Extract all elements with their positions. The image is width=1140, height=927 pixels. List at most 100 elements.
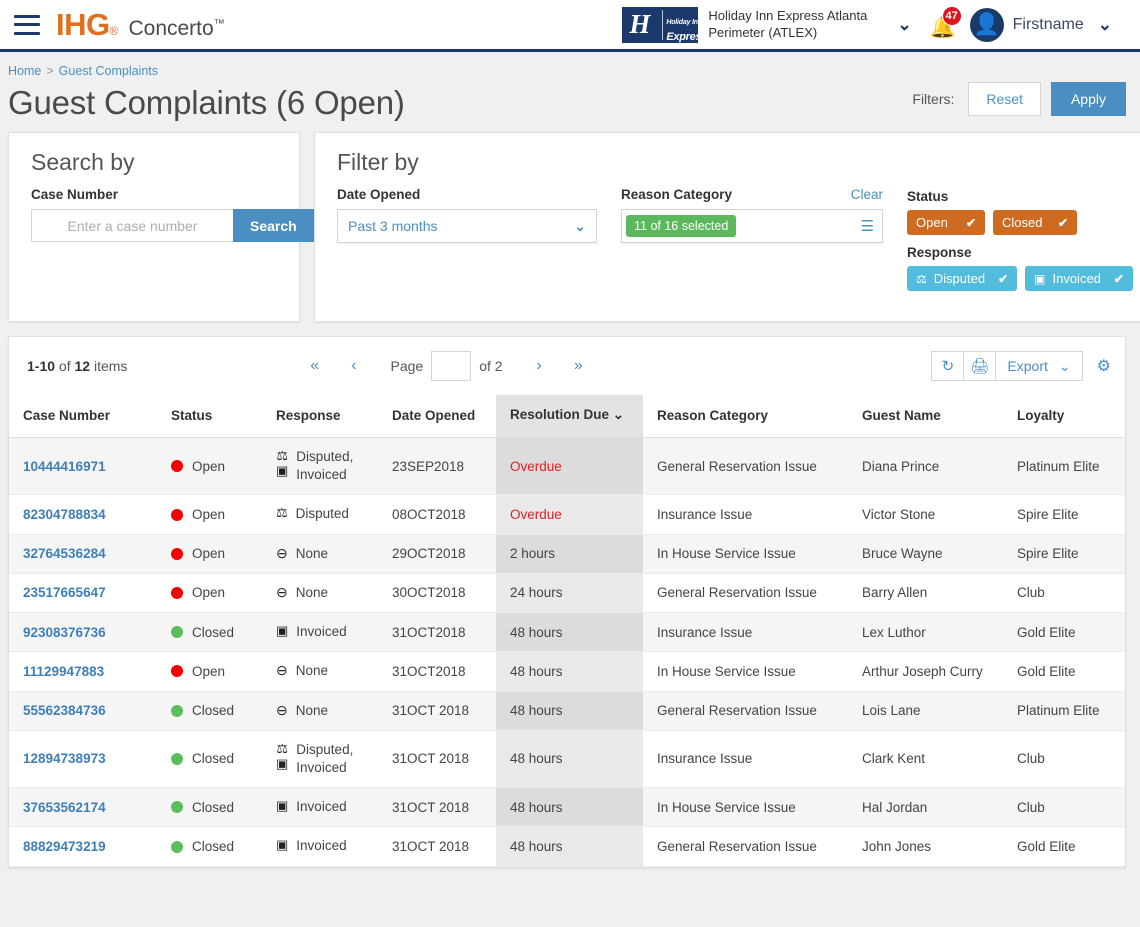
response-icons: ⊖ (276, 662, 288, 677)
clear-reason-link[interactable]: Clear (851, 187, 883, 202)
cell-status: Closed (157, 826, 262, 867)
prev-page-icon[interactable]: ‹ (335, 358, 372, 374)
response-label: Invoiced (296, 798, 346, 816)
cell-status: Closed (157, 730, 262, 789)
cell-resolution-due: 2 hours (496, 534, 643, 574)
table-toolbar: 1-10 of 12 items « ‹ Page of 2 › » ↻ 🖨 E… (9, 337, 1125, 395)
table-row[interactable]: 88829473219 Closed ▣ Invoiced 31OCT 2018… (9, 826, 1125, 867)
cell-response: ⚖ ▣ Disputed, Invoiced (262, 730, 378, 789)
print-icon[interactable]: 🖨 (963, 351, 997, 381)
cell-loyalty: Platinum Elite (1003, 691, 1125, 731)
col-response[interactable]: Response (262, 395, 378, 438)
cell-date-opened: 31OCT2018 (378, 651, 496, 692)
table-actions: ↻ 🖨 Export ⌄ ⚙ (931, 351, 1111, 381)
case-number-link[interactable]: 23517665647 (23, 585, 106, 600)
status-text: Open (192, 546, 226, 562)
status-chip-open[interactable]: Open ✔ (907, 210, 985, 235)
table-row[interactable]: 11129947883 Open ⊖ None 31OCT2018 48 hou… (9, 651, 1125, 692)
cell-guest-name: Clark Kent (848, 730, 1003, 789)
cell-resolution-due: 48 hours (496, 826, 643, 867)
col-guest-name[interactable]: Guest Name (848, 395, 1003, 438)
case-number-link[interactable]: 11129947883 (23, 664, 104, 679)
col-reason-category[interactable]: Reason Category (643, 395, 848, 438)
gear-icon[interactable]: ⚙ (1097, 356, 1111, 376)
cell-case-number: 92308376736 (9, 612, 157, 653)
case-number-link[interactable]: 12894738973 (23, 751, 106, 766)
status-text: Open (192, 458, 226, 474)
breadcrumb-current-link[interactable]: Guest Complaints (59, 64, 158, 78)
response-text: Disputed, (296, 741, 354, 757)
response-text: None (295, 702, 329, 718)
cell-case-number: 88829473219 (9, 826, 157, 867)
apply-filters-button[interactable]: Apply (1050, 82, 1126, 116)
case-number-label: Case Number (31, 187, 119, 202)
none-icon: ⊖ (276, 583, 288, 600)
search-button[interactable]: Search (233, 209, 314, 242)
reason-category-multiselect[interactable]: 11 of 16 selected ☰ (621, 209, 883, 243)
refresh-icon[interactable]: ↻ (931, 351, 965, 381)
col-case-number[interactable]: Case Number (9, 395, 157, 438)
col-date-opened[interactable]: Date Opened (378, 395, 496, 438)
cell-date-opened: 08OCT2018 (378, 494, 496, 535)
response-icons: ⚖ ▣ (276, 741, 288, 770)
export-button[interactable]: Export ⌄ (995, 351, 1083, 381)
response-icons: ▣ (276, 837, 288, 851)
status-chip-closed[interactable]: Closed ✔ (993, 210, 1077, 235)
breadcrumb-home-link[interactable]: Home (8, 64, 41, 78)
cell-date-opened: 30OCT2018 (378, 573, 496, 614)
table-row[interactable]: 37653562174 Closed ▣ Invoiced 31OCT 2018… (9, 787, 1125, 828)
case-number-link[interactable]: 92308376736 (23, 625, 106, 640)
col-status[interactable]: Status (157, 395, 262, 438)
next-page-icon[interactable]: › (521, 358, 558, 374)
cell-loyalty: Gold Elite (1003, 826, 1125, 867)
page-number-input[interactable] (431, 351, 472, 381)
user-avatar-icon[interactable]: 👤 (969, 7, 1004, 42)
search-row: Search (31, 209, 314, 242)
case-number-link[interactable]: 10444416971 (23, 459, 106, 474)
chevron-down-icon: ⌄ (1058, 357, 1071, 374)
status-chip-row: Open ✔ Closed ✔ (907, 210, 1140, 235)
list-icon: ☰ (860, 218, 874, 235)
case-number-input[interactable] (31, 209, 233, 242)
notification-count-badge: 47 (941, 5, 962, 26)
hotel-chevron-down-icon[interactable]: ⌄ (897, 16, 911, 33)
table-body: 10444416971 Open ⚖ ▣ Disputed, Invoiced 23… (9, 437, 1125, 867)
table-row[interactable]: 10444416971 Open ⚖ ▣ Disputed, Invoiced 23… (9, 437, 1125, 496)
response-chip-disputed[interactable]: ⚖ Disputed ✔ (907, 266, 1018, 291)
table-row[interactable]: 55562384736 Closed ⊖ None 31OCT 2018 48 … (9, 691, 1125, 731)
filter-panels: Search by Case Number Search Filter by D… (0, 122, 1140, 322)
table-row[interactable]: 32764536284 Open ⊖ None 29OCT2018 2 hour… (9, 534, 1125, 574)
case-number-link[interactable]: 55562384736 (23, 703, 106, 718)
case-number-link[interactable]: 82304788834 (23, 507, 106, 522)
response-label: Invoiced (296, 837, 346, 855)
cell-status: Open (157, 651, 262, 692)
table-row[interactable]: 23517665647 Open ⊖ None 30OCT2018 24 hou… (9, 573, 1125, 614)
reset-filters-button[interactable]: Reset (968, 82, 1041, 116)
col-loyalty[interactable]: Loyalty (1003, 395, 1125, 438)
hotel-selector[interactable]: H Holiday Inn Express Holiday Inn Expres… (622, 6, 883, 43)
case-number-link[interactable]: 88829473219 (23, 839, 106, 854)
table-row[interactable]: 12894738973 Closed ⚖ ▣ Disputed, Invoiced … (9, 730, 1125, 789)
date-opened-select[interactable]: Past 3 months ⌄ (337, 209, 597, 243)
first-page-icon[interactable]: « (294, 358, 335, 374)
table-row[interactable]: 82304788834 Open ⚖ Disputed 08OCT2018 Ov… (9, 494, 1125, 535)
cell-response: ▣ Invoiced (262, 826, 378, 867)
cell-loyalty: Spire Elite (1003, 494, 1125, 535)
table-row[interactable]: 92308376736 Closed ▣ Invoiced 31OCT2018 … (9, 612, 1125, 653)
brand-logo[interactable]: IHG ® Concerto™ (56, 9, 225, 41)
case-number-link[interactable]: 37653562174 (23, 800, 106, 815)
cell-date-opened: 31OCT2018 (378, 612, 496, 653)
notifications-button[interactable]: 🔔 47 (926, 5, 962, 42)
case-number-link[interactable]: 32764536284 (23, 546, 106, 561)
response-chip-invoiced-label: Invoiced (1052, 271, 1101, 286)
user-chevron-down-icon[interactable]: ⌄ (1098, 16, 1112, 33)
last-page-icon[interactable]: » (558, 358, 599, 374)
cell-reason-category: General Reservation Issue (643, 437, 848, 496)
cell-date-opened: 31OCT 2018 (378, 787, 496, 828)
banknote-icon: ▣ (1034, 271, 1046, 286)
cell-response: ⊖ None (262, 573, 378, 614)
col-resolution-due[interactable]: Resolution Due ⌄ (496, 395, 643, 438)
status-text: Open (192, 585, 226, 601)
response-chip-invoiced[interactable]: ▣ Invoiced ✔ (1025, 266, 1133, 291)
hamburger-menu-icon[interactable] (14, 14, 40, 35)
